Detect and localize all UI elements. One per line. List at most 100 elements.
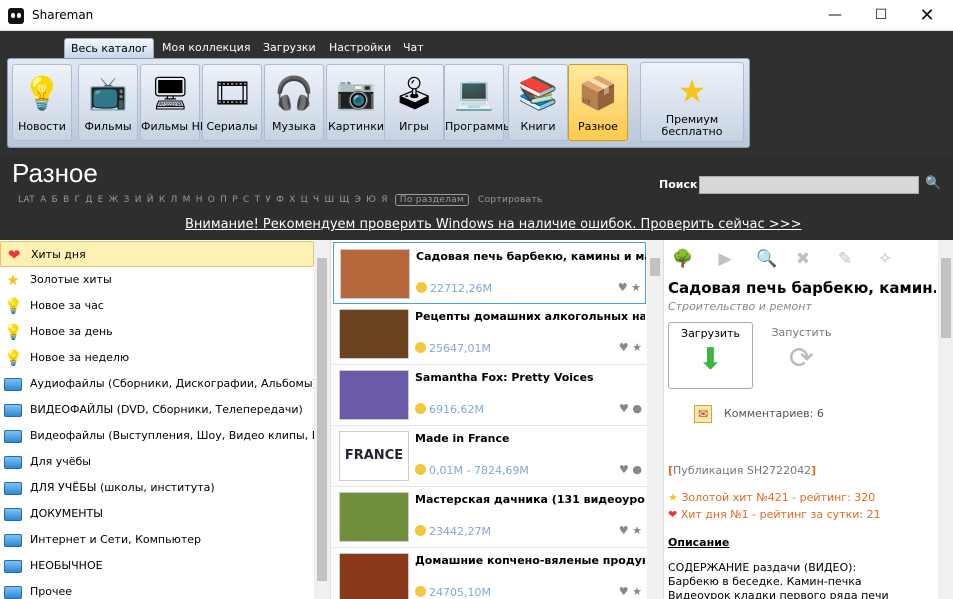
- alphabet-letter[interactable]: Н: [196, 195, 203, 205]
- alphabet-letter[interactable]: У: [265, 195, 271, 205]
- left-scrollbar[interactable]: [314, 240, 330, 599]
- category-programs[interactable]: 💻 Программы: [444, 64, 512, 141]
- alphabet-letter[interactable]: Щ: [339, 195, 349, 205]
- left-list-item[interactable]: Аудиофайлы (Сборники, Дискографии, Альбо…: [0, 371, 314, 397]
- left-list-item[interactable]: Видеофайлы (Выступления, Шоу, Видео клип…: [0, 423, 314, 449]
- left-list-item[interactable]: Для учёбы: [0, 449, 314, 475]
- alphabet-letter[interactable]: Т: [255, 195, 261, 205]
- alphabet-letter[interactable]: Ж: [109, 195, 119, 205]
- list-item[interactable]: Мастерская дачника (131 видеоурок) 23442,…: [333, 486, 646, 548]
- category-music[interactable]: 🎧 Музыка: [264, 64, 324, 141]
- star-icon[interactable]: ★: [629, 585, 642, 598]
- tab-settings[interactable]: Настройки: [323, 38, 397, 58]
- delete-icon[interactable]: ✖: [792, 248, 814, 270]
- left-list-item[interactable]: НЕОБЫЧНОЕ: [0, 553, 314, 579]
- alphabet-letter[interactable]: Б: [52, 195, 58, 205]
- left-list-item[interactable]: Интернет и Сети, Компьютер: [0, 527, 314, 553]
- minimize-button[interactable]: —: [812, 0, 858, 31]
- mid-scroll-thumb[interactable]: [650, 258, 660, 276]
- list-item[interactable]: Садовая печь барбекю, камины и мангалы 22…: [333, 242, 646, 304]
- left-list-item[interactable]: ❤ Хиты дня: [0, 241, 314, 267]
- heart-icon[interactable]: ♥: [619, 524, 629, 537]
- alphabet-letter[interactable]: О: [208, 195, 215, 205]
- alphabet-letter[interactable]: Р: [232, 195, 238, 205]
- bulb-icon[interactable]: ●: [629, 463, 642, 476]
- search-input[interactable]: [699, 176, 919, 194]
- heart-icon[interactable]: ♥: [618, 281, 628, 294]
- sort-button[interactable]: Сортировать: [478, 195, 542, 205]
- heart-icon[interactable]: ♥: [619, 585, 629, 598]
- category-misc[interactable]: 📦 Разное: [568, 64, 628, 141]
- download-button[interactable]: Загрузить ⬇: [668, 322, 753, 389]
- list-item[interactable]: Домашние копчено-вяленые продукты 24705,1…: [333, 547, 646, 599]
- left-list-item[interactable]: ДОКУМЕНТЫ: [0, 501, 314, 527]
- alphabet-letter[interactable]: А: [40, 195, 46, 205]
- bulb-icon[interactable]: ●: [629, 402, 642, 415]
- play-icon[interactable]: ▶: [714, 248, 736, 270]
- alphabet-letter[interactable]: Ф: [276, 195, 284, 205]
- left-scroll-thumb[interactable]: [317, 258, 327, 581]
- alphabet-letter[interactable]: И: [135, 195, 142, 205]
- category-movies[interactable]: 📺 Фильмы: [78, 64, 138, 141]
- view-icon[interactable]: 🔍: [756, 248, 778, 270]
- category-books[interactable]: 📚 Книги: [508, 64, 568, 141]
- list-item[interactable]: FRANCE Made in France 0,01M - 7824,69M ♥ ●: [333, 425, 646, 487]
- alphabet-letter[interactable]: П: [220, 195, 227, 205]
- alphabet-letter[interactable]: Х: [289, 195, 295, 205]
- alphabet-letter[interactable]: М: [183, 195, 191, 205]
- warning-link[interactable]: Внимание! Рекомендуем проверить Windows …: [185, 217, 801, 232]
- star-icon[interactable]: ★: [629, 341, 642, 354]
- star-icon[interactable]: ★: [629, 524, 642, 537]
- left-list-item[interactable]: 💡 Новое за день: [0, 319, 314, 345]
- alphabet-letter[interactable]: Ц: [301, 195, 308, 205]
- left-list-item[interactable]: ★ Золотые хиты: [0, 267, 314, 293]
- tab-my-collection[interactable]: Моя коллекция: [156, 38, 256, 58]
- left-list-item[interactable]: 💡 Новое за неделю: [0, 345, 314, 371]
- category-pictures[interactable]: 📷 Картинки: [326, 64, 386, 141]
- launch-button[interactable]: Запустить ⟳: [759, 322, 844, 389]
- list-item[interactable]: Рецепты домашних алкогольных напитков 256…: [333, 303, 646, 365]
- close-button[interactable]: ✕: [904, 0, 950, 31]
- alphabet-letter[interactable]: Ш: [324, 195, 334, 205]
- comments-link[interactable]: ✉ Комментариев: 6: [694, 405, 824, 423]
- detail-scroll-thumb[interactable]: [941, 258, 951, 338]
- alphabet-letter[interactable]: К: [159, 195, 166, 205]
- category-news[interactable]: 💡 Новости: [12, 64, 72, 141]
- alphabet-letter[interactable]: LAT: [18, 195, 35, 205]
- tab-downloads[interactable]: Загрузки: [257, 38, 322, 58]
- alphabet-letter[interactable]: Л: [171, 195, 178, 205]
- tab-chat[interactable]: Чат: [397, 38, 430, 58]
- alphabet-letter[interactable]: Е: [98, 195, 104, 205]
- search-icon[interactable]: 🔍: [925, 176, 941, 191]
- settings-icon[interactable]: ✧: [874, 248, 896, 270]
- category-games[interactable]: 🕹 Игры: [384, 64, 444, 141]
- alphabet-letter[interactable]: З: [124, 195, 130, 205]
- edit-icon[interactable]: ✎: [834, 248, 856, 270]
- tab-catalog[interactable]: Весь каталог: [64, 38, 155, 58]
- alphabet-letter[interactable]: С: [243, 195, 250, 205]
- alphabet-letter[interactable]: Ч: [313, 195, 319, 205]
- heart-icon[interactable]: ♥: [619, 402, 629, 415]
- alphabet-letter[interactable]: В: [63, 195, 69, 205]
- alphabet-letter[interactable]: Й: [147, 195, 154, 205]
- category-movies-hd[interactable]: 🖥 Фильмы HD: [140, 64, 208, 141]
- premium-button[interactable]: ★ Премиум бесплатно: [640, 62, 744, 142]
- heart-icon[interactable]: ♥: [619, 341, 629, 354]
- left-list-item[interactable]: Прочее: [0, 579, 314, 599]
- detail-scrollbar[interactable]: [938, 240, 953, 599]
- maximize-button[interactable]: ☐: [858, 0, 904, 31]
- alphabet-letter[interactable]: Д: [85, 195, 92, 205]
- alphabet-letter[interactable]: Я: [381, 195, 388, 205]
- mid-scrollbar[interactable]: [647, 240, 663, 599]
- heart-icon[interactable]: ♥: [619, 463, 629, 476]
- left-list-item[interactable]: ДЛЯ УЧЁБЫ (школы, института): [0, 475, 314, 501]
- share-icon[interactable]: 🌳: [672, 248, 694, 270]
- star-icon[interactable]: ★: [628, 281, 641, 294]
- alphabet-letter[interactable]: Ю: [366, 195, 376, 205]
- category-series[interactable]: 🎞 Сериалы: [202, 64, 262, 141]
- left-list-item[interactable]: 💡 Новое за час: [0, 293, 314, 319]
- list-item[interactable]: Samantha Fox: Pretty Voices 6916,62M ♥ ●: [333, 364, 646, 426]
- alphabet-letter[interactable]: Э: [355, 195, 362, 205]
- left-list-item[interactable]: ВИДЕОФАЙЛЫ (DVD, Сборники, Телепередачи): [0, 397, 314, 423]
- alphabet-letter[interactable]: Г: [75, 195, 81, 205]
